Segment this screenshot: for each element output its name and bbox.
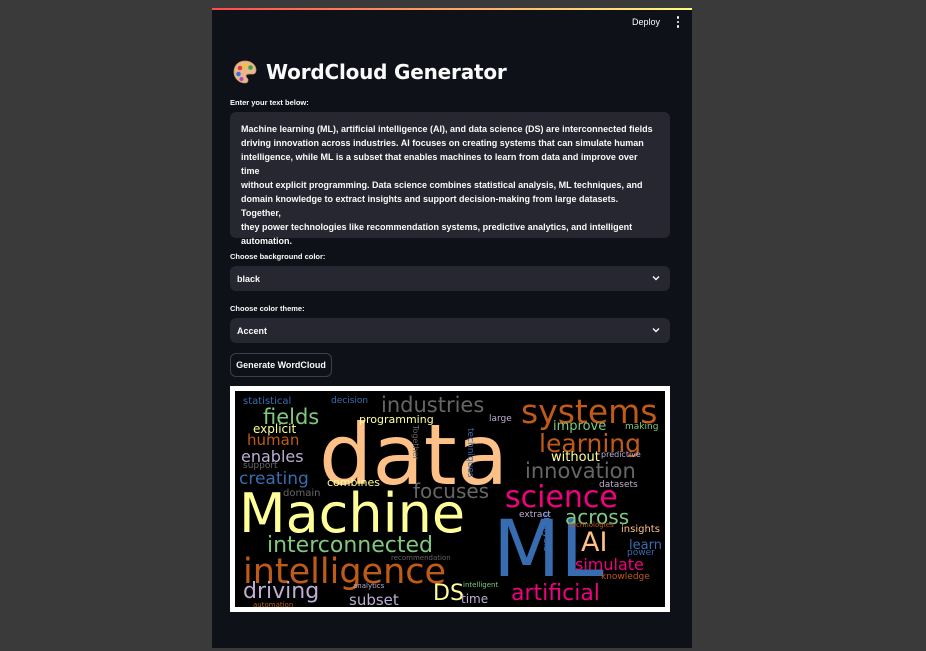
wordcloud-word-ai: AI: [581, 527, 608, 558]
palette-icon: [233, 60, 257, 84]
wordcloud-word-statistical: statistical: [243, 396, 292, 407]
wordcloud-word-explicit: explicit: [253, 422, 297, 436]
app-main: Deploy WordCloud Generator Enter your te…: [212, 8, 692, 648]
header-decoration-bar: [212, 8, 692, 10]
generate-wordcloud-button[interactable]: Generate WordCloud: [230, 353, 332, 377]
wordcloud-word-datasets: datasets: [599, 480, 638, 490]
wordcloud-word-ds: DS: [433, 581, 464, 606]
wordcloud-word-recommendation: recommendation: [391, 554, 451, 562]
wordcloud-word-techniques: techniques: [465, 428, 475, 478]
text-line: domain knowledge to extract insights and…: [241, 194, 619, 218]
wordcloud-word-subset: subset: [349, 591, 399, 608]
chevron-down-icon: [652, 328, 660, 333]
wordcloud-word-together: Together: [411, 425, 420, 460]
more-vertical-icon[interactable]: [675, 16, 681, 28]
chevron-down-icon: [652, 276, 660, 281]
wordcloud-word-insights: insights: [621, 524, 660, 535]
wordcloud-word-time: time: [461, 592, 489, 606]
color-theme-select[interactable]: Accent: [230, 318, 670, 343]
page-title: WordCloud Generator: [266, 60, 507, 84]
background-select-label: Choose background color:: [230, 252, 326, 261]
wordcloud-word-improve: improve: [553, 419, 607, 434]
text-input-label: Enter your text below:: [230, 98, 309, 107]
text-line: they power technologies like recommendat…: [241, 222, 633, 232]
wordcloud-word-artificial: artificial: [511, 581, 600, 606]
wordcloud-word-extract: extract: [519, 510, 551, 520]
wordcloud-word-without: without: [551, 450, 600, 465]
wordcloud-word-automation: automation: [253, 601, 294, 608]
page-title-row: WordCloud Generator: [232, 58, 507, 86]
wordcloud-word-intelligent: intelligent: [463, 581, 499, 589]
wordcloud-word-support: support: [243, 461, 278, 471]
wordcloud-word-simulate: simulate: [575, 555, 644, 574]
theme-select-value: Accent: [237, 325, 268, 336]
background-color-select[interactable]: black: [230, 266, 670, 291]
wordcloud-word-creating: creating: [239, 469, 309, 489]
deploy-button[interactable]: Deploy: [632, 17, 660, 27]
wordcloud-canvas: data Machine ML intelligence systems science l…: [235, 391, 665, 607]
text-line: automation.: [241, 236, 292, 246]
text-line: intelligence, while ML is a subset that …: [241, 152, 638, 176]
wordcloud-word-domain: domain: [283, 488, 321, 499]
theme-select-label: Choose color theme:: [230, 304, 305, 313]
wordcloud-word-combines: combines: [327, 476, 381, 489]
wordcloud-word-power: power: [627, 548, 655, 558]
wordcloud-word-predictive: predictive: [601, 450, 641, 459]
wordcloud-word-making: making: [625, 422, 659, 432]
wordcloud-word-focuses: focuses: [413, 479, 490, 503]
wordcloud-word-technologies: technologies: [569, 521, 614, 529]
wordcloud-word-decision: decision: [331, 396, 369, 406]
wordcloud-word-analytics: analytics: [353, 582, 385, 590]
text-input-area[interactable]: Machine learning (ML), artificial intell…: [230, 112, 670, 246]
text-line: Machine learning (ML), artificial intell…: [241, 124, 653, 134]
wordcloud-word-knowledge: knowledge: [601, 572, 650, 582]
text-line: without explicit programming. Data scien…: [241, 180, 643, 190]
wordcloud-image: data Machine ML intelligence systems science l…: [230, 386, 670, 612]
background-select-value: black: [237, 273, 261, 284]
wordcloud-word-large: large: [489, 414, 512, 424]
wordcloud-word-driving: driving: [243, 579, 320, 604]
text-line: driving innovation across industries. AI…: [241, 138, 644, 148]
wordcloud-word-programming: programming: [359, 413, 434, 426]
